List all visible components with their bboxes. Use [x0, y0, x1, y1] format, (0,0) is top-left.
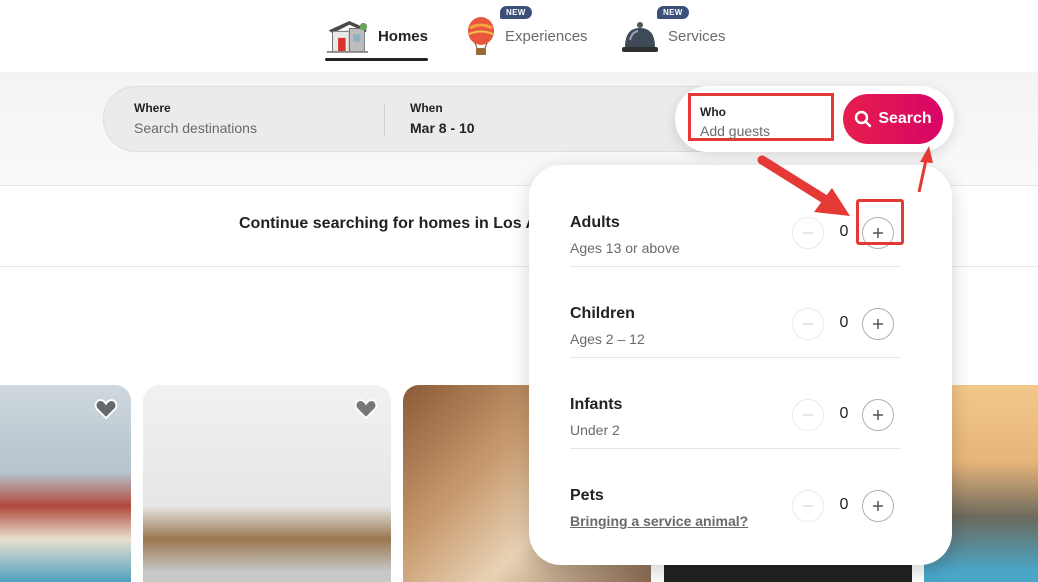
tab-label: Experiences: [505, 27, 588, 45]
decrement-button[interactable]: [792, 217, 824, 249]
tab-services[interactable]: Services NEW: [620, 6, 740, 60]
who-input[interactable]: Add guests: [700, 123, 770, 139]
when-value: Mar 8 - 10: [410, 120, 475, 136]
guest-title: Children: [570, 305, 635, 322]
who-label: Who: [700, 105, 726, 119]
search-button-label: Search: [878, 110, 932, 127]
when-field[interactable]: When Mar 8 - 10: [384, 87, 684, 151]
house-icon: [326, 21, 369, 53]
adults-stepper: 0: [792, 217, 902, 251]
decrement-button[interactable]: [792, 308, 824, 340]
guest-count: 0: [839, 496, 849, 513]
heart-icon[interactable]: [353, 397, 379, 421]
guest-row-infants: Infants Under 2 0: [570, 358, 901, 449]
guest-row-children: Children Ages 2 – 12 0: [570, 267, 901, 358]
plus-icon: [873, 410, 883, 420]
minus-icon: [803, 323, 813, 325]
page: Homes Experiences NEW Services NEW Where…: [0, 0, 1038, 582]
guest-title: Infants: [570, 396, 623, 413]
search-button[interactable]: Search: [843, 94, 943, 144]
plus-icon: [873, 501, 883, 511]
decrement-button[interactable]: [792, 490, 824, 522]
guests-dropdown: Adults Ages 13 or above 0 Children Ages …: [529, 165, 952, 565]
increment-button[interactable]: [862, 399, 894, 431]
guest-subtitle: Ages 13 or above: [570, 240, 680, 256]
who-section: Who Add guests Search: [675, 86, 954, 152]
guest-count: 0: [839, 314, 849, 331]
infants-stepper: 0: [792, 399, 902, 433]
guest-title: Adults: [570, 214, 620, 231]
tab-label: Homes: [377, 27, 428, 45]
listing-card[interactable]: [143, 385, 391, 582]
guest-count: 0: [839, 223, 849, 240]
tab-label: Services: [668, 27, 726, 45]
decrement-button[interactable]: [792, 399, 824, 431]
hot-air-balloon-icon: [468, 17, 494, 55]
minus-icon: [803, 414, 813, 416]
guest-row-adults: Adults Ages 13 or above 0: [570, 176, 901, 267]
heart-icon[interactable]: [93, 397, 119, 421]
when-label: When: [410, 101, 443, 115]
guest-row-pets: Pets Bringing a service animal? 0: [570, 449, 901, 540]
service-bell-icon: [622, 22, 658, 52]
plus-icon: [873, 319, 883, 329]
plus-icon: [873, 228, 883, 238]
category-tabs: Homes Experiences NEW Services NEW: [0, 0, 1038, 72]
increment-button[interactable]: [862, 308, 894, 340]
tab-homes[interactable]: Homes: [325, 12, 428, 61]
guest-count: 0: [839, 405, 849, 422]
new-badge: NEW: [657, 6, 689, 19]
service-animal-link[interactable]: Bringing a service animal?: [570, 513, 748, 529]
where-input[interactable]: Search destinations: [134, 120, 257, 136]
minus-icon: [803, 505, 813, 507]
tab-experiences[interactable]: Experiences NEW: [465, 6, 595, 60]
where-field[interactable]: Where Search destinations: [104, 87, 384, 151]
guest-subtitle: Ages 2 – 12: [570, 331, 645, 347]
minus-icon: [803, 232, 813, 234]
increment-button[interactable]: [862, 490, 894, 522]
where-label: Where: [134, 101, 171, 115]
increment-button[interactable]: [862, 217, 894, 249]
search-bar: Where Search destinations When Mar 8 - 1…: [103, 86, 954, 152]
listing-card[interactable]: [0, 385, 131, 582]
guest-title: Pets: [570, 487, 604, 504]
guest-subtitle: Under 2: [570, 422, 620, 438]
pets-stepper: 0: [792, 490, 902, 524]
who-field[interactable]: Who Add guests: [688, 93, 834, 141]
search-icon: [855, 110, 872, 128]
continue-searching-text[interactable]: Continue searching for homes in Los An: [239, 215, 547, 233]
children-stepper: 0: [792, 308, 902, 342]
new-badge: NEW: [500, 6, 532, 19]
